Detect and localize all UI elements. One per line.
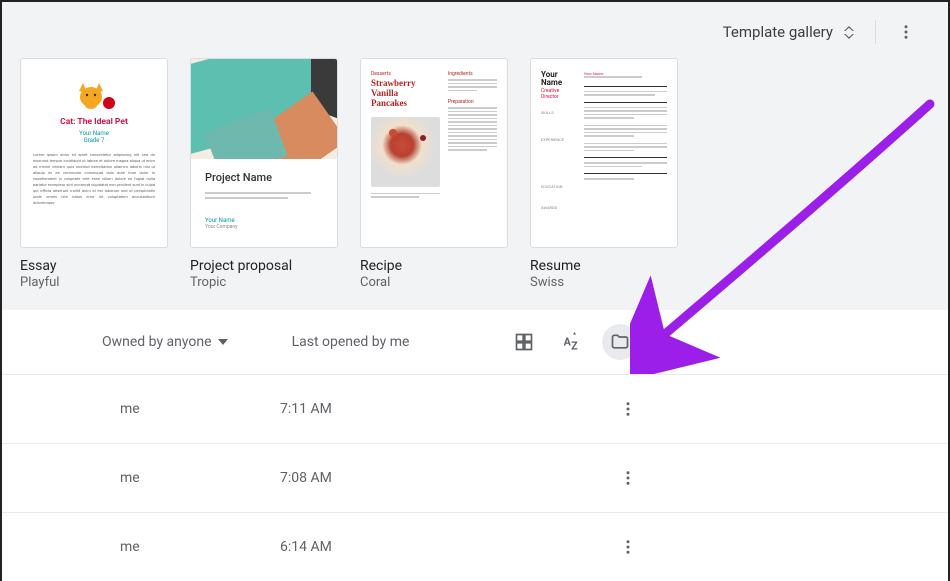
thumb-title: Project Name (205, 171, 323, 184)
template-gallery-label: Template gallery (723, 23, 833, 41)
more-vert-icon (619, 538, 637, 556)
sort-label[interactable]: Last opened by me (292, 334, 410, 350)
doc-owner: me (120, 539, 280, 555)
thumb-name: Your Name (541, 71, 576, 87)
thumb-role: Creative Director (541, 88, 576, 100)
grid-icon (514, 332, 534, 352)
thumb-sub2: Grade 7 (33, 137, 155, 144)
template-gallery-section: Template gallery (2, 2, 948, 310)
template-gallery-button[interactable]: Template gallery (715, 17, 863, 47)
document-row[interactable]: me 7:11 AM (2, 374, 948, 443)
template-subtitle: Swiss (530, 275, 680, 290)
more-vert-icon (619, 469, 637, 487)
template-name: Resume (530, 258, 680, 274)
template-subtitle: Tropic (190, 275, 340, 290)
template-resume[interactable]: Your Name Creative Director Skills Exper… (530, 58, 680, 290)
view-controls: AZ (506, 324, 928, 360)
grid-view-button[interactable] (506, 324, 542, 360)
gallery-more-button[interactable] (888, 14, 924, 50)
thumb-category: Desserts (371, 71, 440, 77)
template-name: Essay (20, 258, 170, 274)
gallery-header: Template gallery (2, 10, 948, 58)
template-subtitle: Playful (20, 275, 170, 290)
documents-header: Owned by anyone Last opened by me AZ (2, 310, 948, 374)
template-essay[interactable]: Cat: The Ideal Pet Your Name Grade 7 Lor… (20, 58, 170, 290)
template-thumbnail: Your Name Creative Director Skills Exper… (530, 58, 678, 248)
doc-time: 7:08 AM (280, 470, 550, 486)
thumb-section: Awards (541, 205, 576, 210)
template-thumbnail: Cat: The Ideal Pet Your Name Grade 7 Lor… (20, 58, 168, 248)
templates-list: Cat: The Ideal Pet Your Name Grade 7 Lor… (2, 58, 948, 290)
owner-filter-label: Owned by anyone (102, 334, 212, 350)
open-file-picker-button[interactable] (602, 324, 638, 360)
thumb-author: Your Name (205, 217, 323, 224)
template-name: Project proposal (190, 258, 340, 274)
thumb-section: Skills (541, 110, 576, 115)
template-project-proposal[interactable]: Project Name Your Name Your Company Proj… (190, 58, 340, 290)
template-thumbnail: Desserts Strawberry Vanilla Pancakes Ing… (360, 58, 508, 248)
doc-more-button[interactable] (610, 391, 646, 427)
thumb-sub1: Your Name (33, 130, 155, 137)
doc-more-button[interactable] (610, 529, 646, 565)
more-vert-icon (619, 400, 637, 418)
document-row[interactable]: me 7:08 AM (2, 443, 948, 512)
template-name: Recipe (360, 258, 510, 274)
template-thumbnail: Project Name Your Name Your Company (190, 58, 338, 248)
thumb-company: Your Company (205, 224, 323, 230)
documents-section: Owned by anyone Last opened by me AZ me … (2, 310, 948, 581)
doc-time: 7:11 AM (280, 401, 550, 417)
thumb-section: Experience (541, 137, 576, 142)
document-row[interactable]: me 6:14 AM (2, 512, 948, 581)
owner-filter-button[interactable]: Owned by anyone (102, 334, 228, 350)
doc-owner: me (120, 401, 280, 417)
more-vert-icon (897, 23, 915, 41)
sort-az-icon: AZ (562, 332, 582, 352)
doc-more-button[interactable] (610, 460, 646, 496)
thumb-title: Cat: The Ideal Pet (33, 117, 155, 127)
svg-text:Z: Z (571, 340, 578, 353)
thumb-heading: Preparation (448, 99, 497, 105)
unfold-icon (843, 26, 855, 39)
thumb-title: Strawberry Vanilla Pancakes (371, 79, 440, 109)
template-subtitle: Coral (360, 275, 510, 290)
thumb-section: Education (541, 184, 576, 189)
divider (875, 20, 876, 44)
folder-icon (610, 332, 630, 352)
sort-az-button[interactable]: AZ (554, 324, 590, 360)
doc-time: 6:14 AM (280, 539, 550, 555)
thumb-heading: Ingredients (448, 71, 497, 77)
template-recipe[interactable]: Desserts Strawberry Vanilla Pancakes Ing… (360, 58, 510, 290)
doc-owner: me (120, 470, 280, 486)
caret-down-icon (218, 339, 228, 345)
